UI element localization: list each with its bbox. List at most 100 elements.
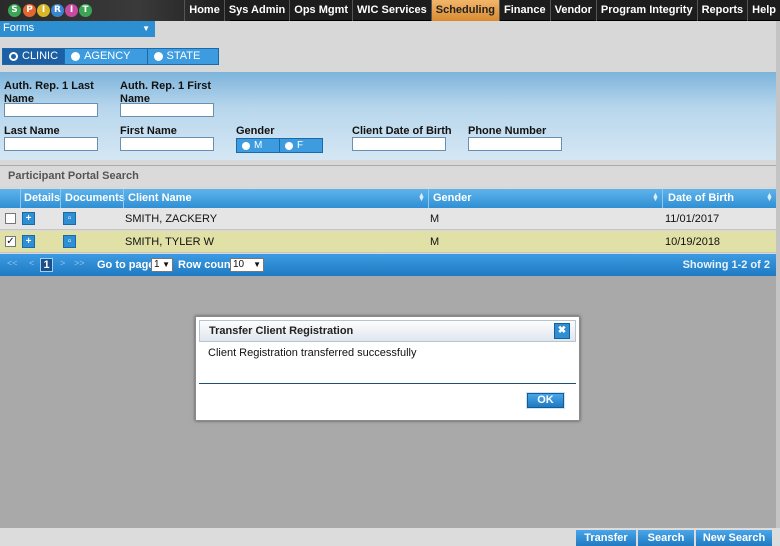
client-name-cell: SMITH, ZACKERY [125,213,218,225]
pager-next[interactable]: > [60,258,65,268]
ok-button[interactable]: OK [527,393,564,408]
auth-rep-first-name-input[interactable] [120,103,214,117]
plus-icon[interactable]: + [22,212,35,225]
gender-cell: M [430,236,440,248]
gender-m[interactable]: M [237,139,280,152]
forms-label: Forms [3,22,35,34]
row-checkbox[interactable]: ✓ [5,236,16,247]
goto-page-value: 1 [154,259,160,270]
search-button[interactable]: Search [638,530,694,546]
logo-letter: S [8,4,21,17]
client-name-cell: SMITH, TYLER W [125,236,215,248]
gender-toggle: M F [236,138,323,153]
radio-icon [9,52,18,61]
col-date-of-birth[interactable]: Date of Birth ▲ ▼ [662,189,776,208]
first-name-input[interactable] [120,137,214,151]
row-count-select[interactable]: 10 ▼ [230,258,264,272]
close-icon[interactable]: ✖ [554,323,570,339]
col-documents[interactable]: Documents [60,189,125,208]
nav-sys-admin[interactable]: Sys Admin [223,0,289,21]
col-dob-label: Date of Birth [668,192,734,204]
participant-portal-search-header: Participant Portal Search [0,165,776,186]
nav-scheduling[interactable]: Scheduling [430,0,500,21]
dialog-title-bar: Transfer Client Registration ✖ [199,320,576,342]
dob-cell: 10/19/2018 [665,236,721,248]
pager-first[interactable]: << [7,258,18,268]
scope-state[interactable]: STATE [147,49,219,64]
radio-icon [71,52,81,61]
sort-icon: ▲ ▼ [766,192,773,203]
transfer-button[interactable]: Transfer [576,530,636,546]
logo-letter: P [23,4,36,17]
scope-label: STATE [166,50,201,62]
nav-help[interactable]: Help [747,0,780,21]
col-details[interactable]: Details [20,189,60,208]
table-row[interactable]: + ▫ SMITH, ZACKERY M 11/01/2017 [0,208,776,230]
radio-icon [242,141,250,150]
forms-dropdown[interactable]: Forms ▼ [0,21,155,37]
auth-rep-last-name-input[interactable] [4,103,98,117]
pager: << < 1 > >> Go to page: 1 ▼ Row count: 10… [0,254,776,276]
phone-input[interactable] [468,137,562,151]
scope-toggle: CLINIC AGENCY STATE [2,48,220,65]
results-table-header: Details Documents Client Name ▲ ▼ Gender ▲ ▼… [0,189,776,208]
col-select [0,189,20,208]
scope-label: CLINIC [22,50,59,62]
transfer-dialog: Transfer Client Registration ✖ Client Re… [195,316,580,421]
document-icon[interactable]: ▫ [63,212,76,225]
col-client-name-label: Client Name [128,192,192,204]
row-checkbox[interactable] [5,213,16,224]
table-row[interactable]: ✓ + ▫ SMITH, TYLER W M 10/19/2018 [0,231,776,253]
nav-vendor[interactable]: Vendor [549,0,596,21]
radio-icon [285,141,293,150]
gender-cell: M [430,213,440,225]
page-scrollbar[interactable] [776,21,780,528]
scope-clinic[interactable]: CLINIC [3,49,66,64]
logo-letter: I [65,4,78,17]
dob-cell: 11/01/2017 [665,213,720,225]
row-count-label: Row count: [178,259,238,271]
nav-finance[interactable]: Finance [499,0,550,21]
gender-label-m: M [254,140,263,151]
sort-icon: ▲ ▼ [652,192,659,203]
gender-label-f: F [297,140,304,151]
top-bar: S P I R I T Home Sys Admin Ops Mgmt WIC … [0,0,780,21]
nav-ops-mgmt[interactable]: Ops Mgmt [289,0,352,21]
new-search-button[interactable]: New Search [696,530,772,546]
caret-down-icon: ▼ [142,24,150,33]
dob-input[interactable] [352,137,446,151]
logo-letter: I [37,4,50,17]
sort-icon: ▲ ▼ [418,192,425,203]
showing-count: Showing 1-2 of 2 [682,259,770,271]
logo-letter: T [79,4,92,17]
nav-home[interactable]: Home [184,0,224,21]
nav-wic-services[interactable]: WIC Services [352,0,431,21]
scope-agency[interactable]: AGENCY [65,49,148,64]
dialog-title: Transfer Client Registration [209,325,354,337]
scope-label: AGENCY [84,50,131,62]
main-nav: Home Sys Admin Ops Mgmt WIC Services Sch… [184,0,780,21]
dialog-divider [199,383,576,384]
col-gender-label: Gender [433,192,472,204]
radio-icon [153,52,163,61]
col-gender[interactable]: Gender ▲ ▼ [428,189,662,208]
logo-letter: R [51,4,64,17]
nav-program-integrity[interactable]: Program Integrity [595,0,697,21]
col-client-name[interactable]: Client Name ▲ ▼ [123,189,428,208]
search-panel: Auth. Rep. 1 Last Name Auth. Rep. 1 Firs… [0,72,776,160]
last-name-input[interactable] [4,137,98,151]
goto-page-select[interactable]: 1 ▼ [151,258,173,272]
dialog-message: Client Registration transferred successf… [208,347,417,359]
nav-reports[interactable]: Reports [696,0,748,21]
document-icon[interactable]: ▫ [63,235,76,248]
gender-label: Gender [236,125,275,137]
pager-current-page[interactable]: 1 [40,258,53,272]
pager-last[interactable]: >> [74,258,85,268]
pager-prev[interactable]: < [29,258,34,268]
caret-down-icon: ▼ [253,260,261,269]
caret-down-icon: ▼ [162,260,170,269]
row-count-value: 10 [233,259,245,270]
plus-icon[interactable]: + [22,235,35,248]
goto-page-label: Go to page: [97,259,159,271]
gender-f[interactable]: F [280,139,322,152]
